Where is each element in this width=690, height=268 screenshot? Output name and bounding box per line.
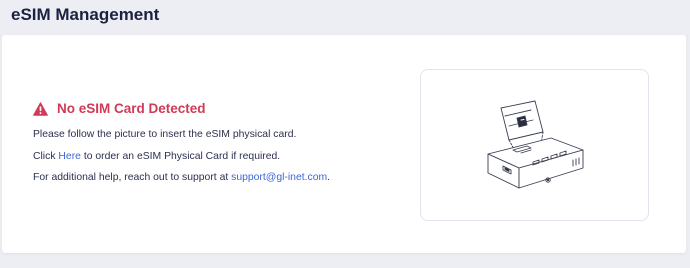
order-here-link[interactable]: Here — [58, 151, 81, 162]
support-email-link[interactable]: support@gl-inet.com — [231, 172, 327, 183]
instruction-text: Please follow the picture to insert the … — [33, 129, 297, 140]
page-title: eSIM Management — [11, 5, 160, 24]
instruction-text: For additional help, reach out to suppor… — [33, 172, 232, 183]
instruction-text: . — [327, 172, 331, 183]
instruction-line-support: For additional help, reach out to suppor… — [33, 171, 330, 185]
device-sim-insert-illustration — [487, 100, 584, 189]
instruction-text: Click — [33, 151, 59, 162]
instruction-line-order: Click Here to order an eSIM Physical Car… — [33, 150, 280, 164]
warning-triangle-icon — [33, 101, 48, 116]
esim-status-card: No eSIM Card Detected Please follow the … — [2, 35, 686, 253]
sim-insert-illustration-frame — [420, 69, 649, 221]
instruction-line-insert: Please follow the picture to insert the … — [33, 128, 296, 142]
instruction-text: to order an eSIM Physical Card if requir… — [80, 151, 281, 162]
no-esim-alert: No eSIM Card Detected — [33, 101, 206, 116]
alert-title: No eSIM Card Detected — [57, 101, 206, 116]
